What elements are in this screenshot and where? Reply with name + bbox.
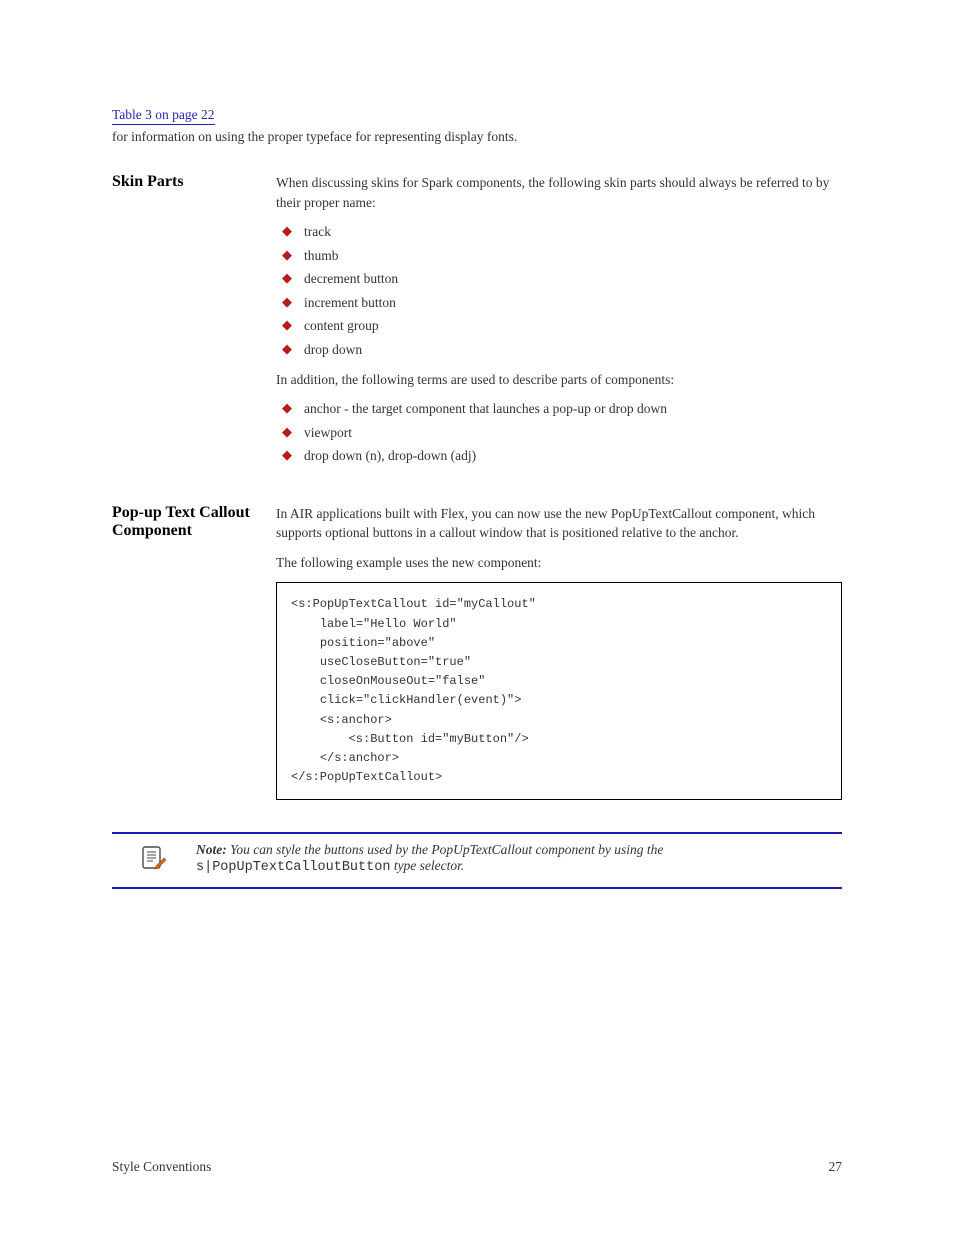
list-item: drop down (n), drop-down (adj) <box>282 446 842 466</box>
list-item: viewport <box>282 423 842 443</box>
code-example: <s:PopUpTextCallout id="myCallout" label… <box>276 582 842 800</box>
cross-reference-link[interactable]: Table 3 on page 22 <box>112 107 215 125</box>
skin-parts-list-b: anchor - the target component that launc… <box>282 399 842 466</box>
list-item: track <box>282 222 842 242</box>
popup-callout-para: In AIR applications built with Flex, you… <box>276 504 842 543</box>
note-code: s|PopUpTextCalloutButton <box>196 860 390 875</box>
link-suffix-text: for information on using the proper type… <box>112 129 842 145</box>
note-text-pre: You can style the buttons used by the Po… <box>227 842 664 857</box>
skin-parts-continuing: In addition, the following terms are use… <box>276 370 842 390</box>
list-item: decrement button <box>282 269 842 289</box>
note-label: Note: <box>196 842 227 857</box>
list-item: content group <box>282 316 842 336</box>
skin-parts-intro: When discussing skins for Spark componen… <box>276 173 842 212</box>
note-text-post: type selector. <box>390 858 464 873</box>
note-icon <box>139 844 169 879</box>
note-block: Note: You can style the buttons used by … <box>112 832 842 889</box>
list-item: thumb <box>282 246 842 266</box>
example-lead: The following example uses the new compo… <box>276 553 842 573</box>
footer-section-title: Style Conventions <box>112 1159 211 1175</box>
list-item: increment button <box>282 293 842 313</box>
note-text: Note: You can style the buttons used by … <box>196 842 842 875</box>
list-item: drop down <box>282 340 842 360</box>
popup-callout-heading: Pop-up Text Callout Component <box>112 504 276 540</box>
list-item: anchor - the target component that launc… <box>282 399 842 419</box>
footer-page-number: 27 <box>829 1159 843 1175</box>
skin-parts-list-a: track thumb decrement button increment b… <box>282 222 842 359</box>
skin-parts-heading: Skin Parts <box>112 173 276 191</box>
